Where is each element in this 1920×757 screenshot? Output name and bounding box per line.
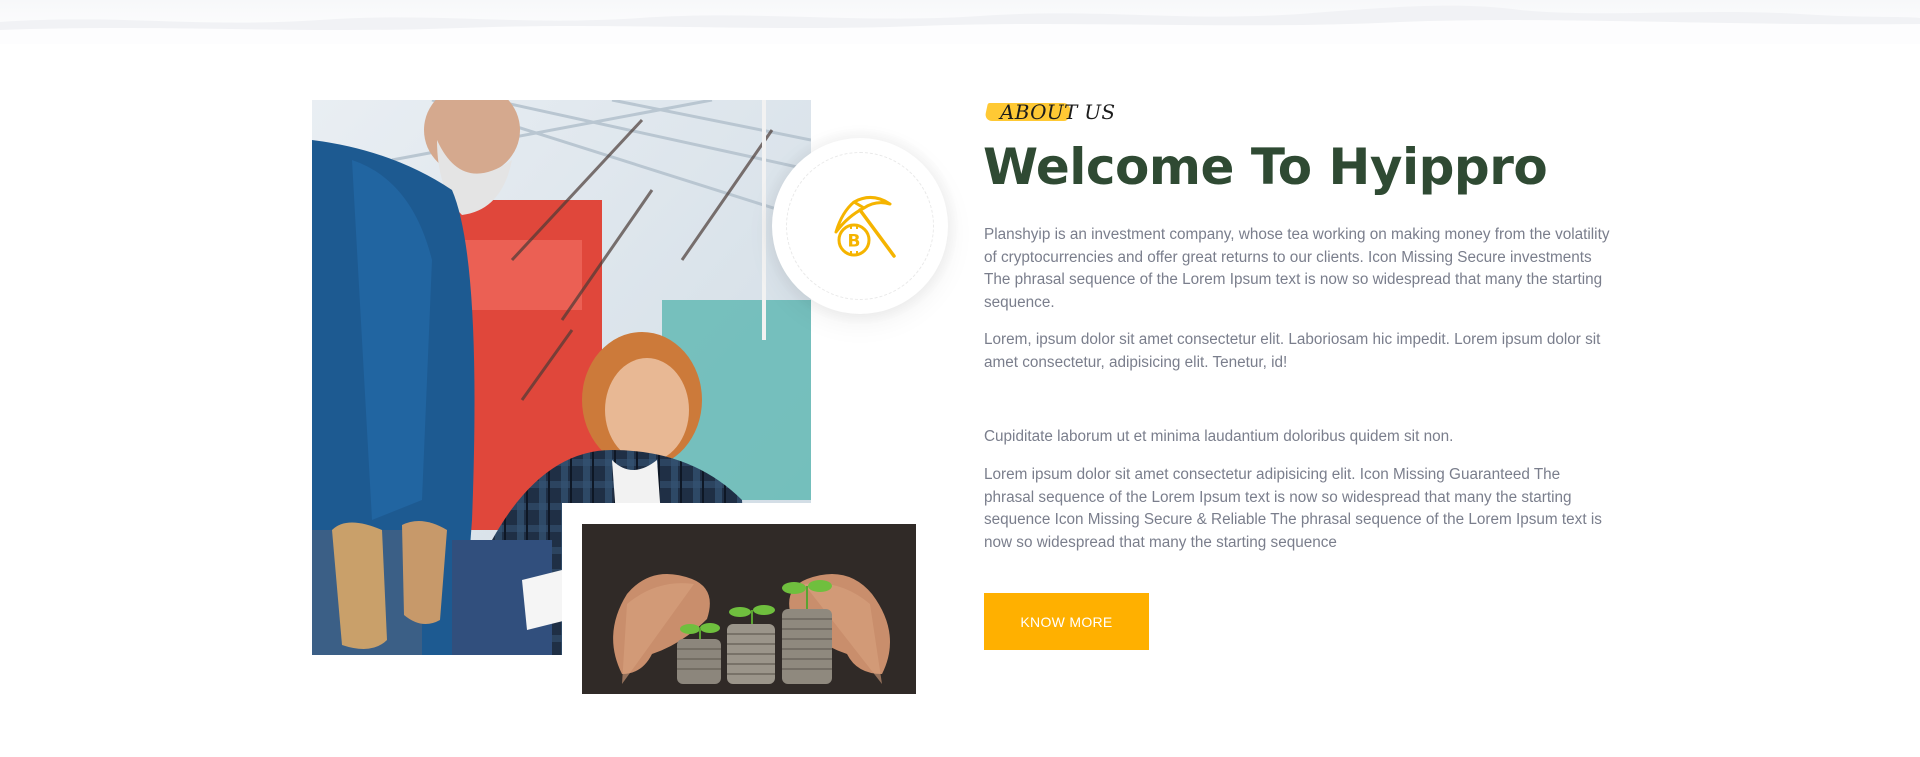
top-section-divider <box>0 0 1920 44</box>
about-inset-photo <box>582 524 916 694</box>
svg-text:B: B <box>848 232 861 252</box>
pickaxe-bitcoin-icon: B <box>834 196 896 258</box>
know-more-button[interactable]: KNOW MORE <box>984 593 1149 650</box>
about-paragraph-3: Cupiditate laborum ut et minima laudanti… <box>984 428 1454 445</box>
about-paragraph-1: Planshyip is an investment company, whos… <box>984 226 1610 311</box>
section-tag-label: ABOUT US <box>1000 100 1116 124</box>
mining-badge: B <box>772 138 948 314</box>
about-paragraph-2: Lorem, ipsum dolor sit amet consectetur … <box>984 331 1601 371</box>
about-us-tag: ABOUT US <box>984 100 1115 124</box>
about-paragraph-4: Lorem ipsum dolor sit amet consectetur a… <box>984 466 1602 551</box>
about-heading: Welcome To Hyippro <box>983 138 1548 196</box>
